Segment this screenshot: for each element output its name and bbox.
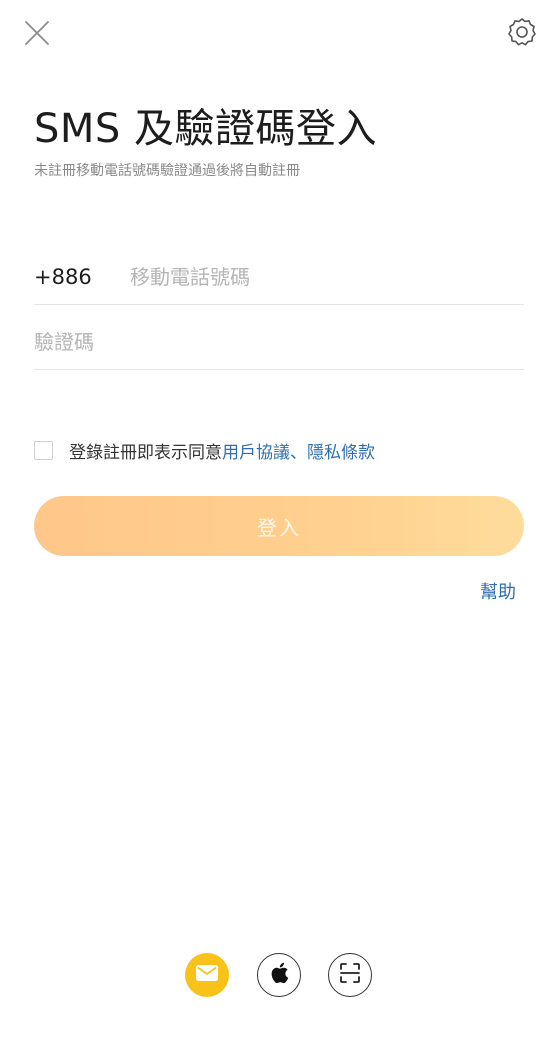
agreement-text: 登錄註冊即表示同意 [69,442,222,463]
help-link[interactable]: 幫助 [480,578,516,604]
apple-icon [269,961,289,989]
login-button-label: 登入 [257,515,301,540]
close-icon [24,20,50,50]
apple-login-button[interactable] [257,953,301,997]
page-subtitle: 未註冊移動電話號碼驗證通過後將自動註冊 [34,163,300,179]
privacy-policy-link[interactable]: 隱私條款 [307,438,375,463]
agreement-separator: 、 [290,442,307,463]
agreement-row: 登錄註冊即表示同意 用戶協議、隱私條款 [34,436,524,464]
mail-icon [196,965,218,985]
page-title: SMS 及驗證碼登入 [34,106,378,152]
country-code-selector[interactable]: +886 [34,265,130,289]
scan-login-button[interactable] [328,953,372,997]
email-login-button[interactable] [185,953,229,997]
phone-input[interactable] [130,265,524,289]
gear-icon [506,16,538,52]
agreement-checkbox[interactable] [34,440,53,460]
settings-button[interactable] [502,14,542,54]
code-row [34,314,524,370]
phone-row: +886 [34,250,524,305]
user-agreement-link[interactable]: 用戶協議 [222,438,290,463]
verification-code-input[interactable] [34,329,524,354]
scan-icon [339,962,361,988]
close-button[interactable] [20,18,54,52]
login-button[interactable]: 登入 [34,496,524,556]
